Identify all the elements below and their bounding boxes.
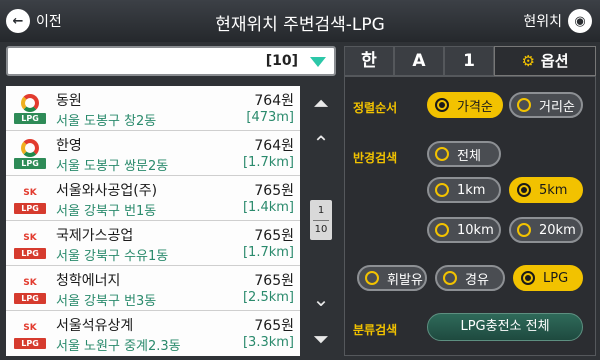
scroll-up-icon[interactable]: ⌃ (308, 130, 334, 156)
sk-gas-logo-icon: SK LPG (14, 183, 46, 215)
gear-icon: ⚙ (521, 52, 535, 70)
radius-5km-radio[interactable]: 5km (509, 177, 583, 203)
station-address: 서울 도봉구 쌍문2동 (56, 159, 169, 174)
fuel-lpg-label: LPG (543, 270, 569, 286)
page-indicator: 1 10 (310, 200, 332, 240)
radius-10km-radio[interactable]: 10km (427, 217, 501, 243)
radius-1km-label: 1km (457, 182, 486, 198)
radio-icon (517, 223, 531, 237)
radius-1km-radio[interactable]: 1km (427, 177, 501, 203)
gas-brand-logo-icon: LPG (14, 138, 46, 170)
radio-icon (517, 98, 531, 112)
radius-all-radio[interactable]: 전체 (427, 141, 501, 167)
radius-10km-label: 10km (457, 222, 494, 238)
options-panel: 정렬순서 가격순 거리순 반경검색 전체 1km 5km 10km 20km 휘… (344, 76, 596, 356)
station-address: 서울 강북구 번1동 (56, 204, 157, 219)
current-position-button[interactable]: 현위치 ◉ (520, 7, 592, 35)
station-distance: [473m] (246, 110, 294, 125)
list-item[interactable]: SK LPG 국제가스공업 765원 서울 강북구 수유1동 [1.7km] (6, 221, 300, 266)
radio-icon (435, 183, 449, 197)
station-distance: [1.7km] (242, 155, 294, 170)
station-address: 서울 노원구 중계2.3동 (56, 339, 181, 354)
current-page: 1 (317, 205, 325, 216)
tab-number[interactable]: 1 (444, 46, 494, 76)
back-arrow-icon: ← (6, 9, 30, 33)
station-address: 서울 도봉구 창2동 (56, 114, 157, 129)
station-price: 765원 (254, 183, 294, 199)
title-bar: ← 이전 현재위치 주변검색-LPG 현위치 ◉ (0, 0, 600, 42)
total-pages: 10 (314, 224, 328, 235)
sort-price-label: 가격순 (457, 99, 493, 115)
sk-gas-logo-icon: SK LPG (14, 228, 46, 260)
radio-icon (435, 223, 449, 237)
fuel-lpg-radio[interactable]: LPG (513, 265, 583, 291)
scroll-top-icon[interactable]: ⏶ (308, 90, 334, 116)
back-button[interactable]: ← 이전 (6, 7, 80, 35)
current-position-label: 현위치 (523, 14, 562, 30)
station-address: 서울 강북구 번3동 (56, 294, 157, 309)
sk-gas-logo-icon: SK LPG (14, 273, 46, 305)
scroll-down-icon[interactable]: ⌄ (308, 286, 334, 312)
result-panel: [10] LPG 동원 764원 서울 도봉구 창2동 [473m] LPG 한… (6, 46, 336, 356)
station-name: 동원 (56, 93, 82, 109)
station-price: 765원 (254, 318, 294, 334)
radio-icon (443, 271, 457, 285)
station-price: 764원 (254, 138, 294, 154)
tab-alphabet[interactable]: A (394, 46, 444, 76)
category-lpg-button[interactable]: LPG충전소 전체 (427, 313, 583, 341)
scroll-bottom-icon[interactable]: ⏷ (308, 326, 334, 352)
dropdown-arrow-icon[interactable] (310, 57, 326, 67)
list-item[interactable]: LPG 한영 764원 서울 도봉구 쌍문2동 [1.7km] (6, 131, 300, 176)
tab-options[interactable]: ⚙ 옵션 (494, 46, 596, 76)
station-distance: [1.7km] (242, 245, 294, 260)
category-label: 분류검색 (353, 323, 398, 337)
radio-selected-icon (435, 98, 449, 112)
radius-all-label: 전체 (457, 148, 481, 164)
station-address: 서울 강북구 수유1동 (56, 249, 169, 264)
sort-price-radio[interactable]: 가격순 (427, 92, 503, 118)
back-label: 이전 (36, 14, 62, 30)
sort-distance-label: 거리순 (539, 99, 575, 115)
list-item[interactable]: SK LPG 청학에너지 765원 서울 강북구 번3동 [2.5km] (6, 266, 300, 311)
sort-distance-radio[interactable]: 거리순 (509, 92, 583, 118)
list-item[interactable]: LPG 동원 764원 서울 도봉구 창2동 [473m] (6, 86, 300, 131)
fuel-diesel-label: 경유 (465, 272, 489, 288)
radio-selected-icon (517, 183, 531, 197)
fuel-diesel-radio[interactable]: 경유 (435, 265, 505, 291)
list-scrollbar: ⏶ ⌃ 1 10 ⌄ ⏷ (304, 86, 336, 356)
station-name: 서울석유상계 (56, 318, 134, 334)
station-list: LPG 동원 764원 서울 도봉구 창2동 [473m] LPG 한영 764… (6, 86, 300, 356)
search-dropdown[interactable]: [10] (6, 46, 336, 76)
target-icon: ◉ (568, 9, 592, 33)
radio-icon (365, 271, 379, 285)
station-name: 한영 (56, 138, 82, 154)
station-price: 765원 (254, 228, 294, 244)
sort-label: 정렬순서 (353, 101, 398, 115)
fuel-gasoline-radio[interactable]: 휘발유 (357, 265, 427, 291)
radio-icon (435, 147, 449, 161)
station-distance: [1.4km] (242, 200, 294, 215)
radio-selected-icon (521, 271, 535, 285)
sk-gas-logo-icon: SK LPG (14, 318, 46, 350)
station-distance: [2.5km] (242, 290, 294, 305)
list-item[interactable]: SK LPG 서울와사공업(주) 765원 서울 강북구 번1동 [1.4km] (6, 176, 300, 221)
page-title: 현재위치 주변검색-LPG (215, 15, 385, 35)
tab-korean[interactable]: 한 (344, 46, 394, 76)
station-name: 서울와사공업(주) (56, 183, 158, 199)
tab-options-label: 옵션 (540, 52, 569, 70)
radius-5km-label: 5km (539, 182, 568, 198)
input-tabs: 한 A 1 ⚙ 옵션 (344, 46, 596, 76)
fuel-gasoline-label: 휘발유 (387, 272, 423, 288)
station-price: 764원 (254, 93, 294, 109)
radius-20km-radio[interactable]: 20km (509, 217, 583, 243)
station-name: 국제가스공업 (56, 228, 134, 244)
station-price: 765원 (254, 273, 294, 289)
station-name: 청학에너지 (56, 273, 121, 289)
gas-brand-logo-icon: LPG (14, 93, 46, 125)
list-item[interactable]: SK LPG 서울석유상계 765원 서울 노원구 중계2.3동 [3.3km] (6, 311, 300, 356)
radius-label: 반경검색 (353, 151, 398, 165)
result-count: [10] (265, 53, 298, 69)
radius-20km-label: 20km (539, 222, 576, 238)
station-distance: [3.3km] (242, 335, 294, 350)
